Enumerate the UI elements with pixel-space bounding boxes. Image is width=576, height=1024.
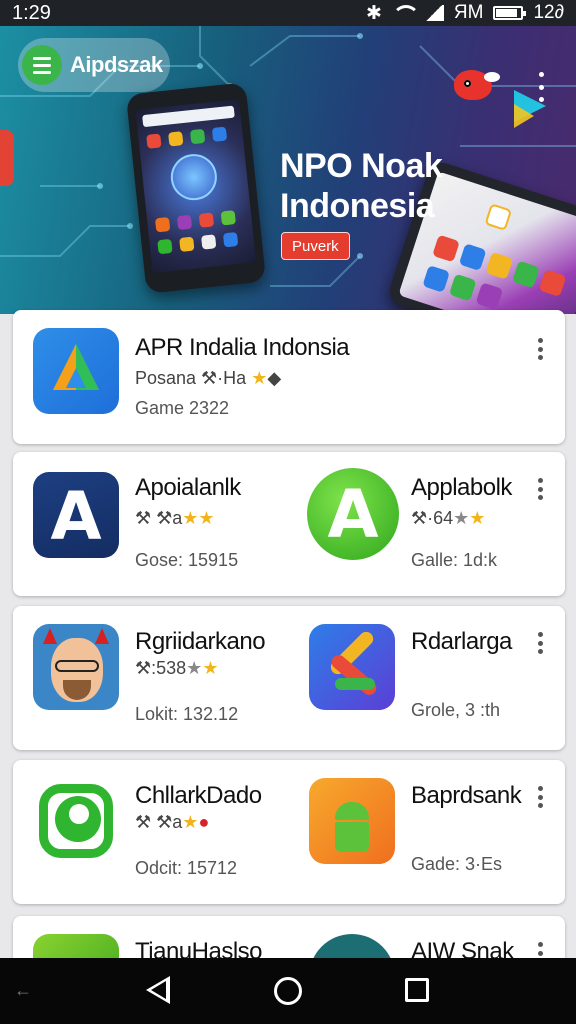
featured-app-meta: Game 2322 [135, 398, 230, 418]
app-header-pill: Aipdszak [18, 38, 170, 92]
banner-title-line1: NPO Noak [280, 147, 443, 185]
featured-app-card[interactable]: APR Indalia Indonsia Posana ⚒·Ha ★◆ Game… [13, 310, 565, 444]
home-button[interactable] [274, 977, 302, 1005]
app-tile[interactable]: ChllarkDado ⚒ ⚒a★● Odcit: 15712 [13, 760, 289, 904]
status-clock: 12∂ [533, 2, 564, 23]
bird-mascot-icon[interactable] [454, 70, 500, 100]
app-meta: Gade: 3·Es [411, 854, 503, 874]
battery-icon [493, 6, 527, 20]
app-rating: ⚒ ⚒a★★ [135, 508, 215, 529]
app-meta: Galle: 1d:k [411, 550, 498, 570]
star-icon: ★ [469, 508, 486, 528]
side-drawer-tab[interactable] [0, 130, 14, 186]
signal-icon [423, 5, 444, 21]
hero-banner[interactable]: Aipdszak NPO Noak Indonesia Puverk [0, 26, 576, 314]
app-meta: Grole, 3 :th [411, 700, 501, 720]
app-rating-text: ⚒ ⚒a [135, 508, 183, 528]
app-rating: ⚒:538★★ [135, 658, 218, 679]
back-button[interactable] [146, 976, 170, 1004]
play-store-icon [514, 90, 546, 128]
app-rating-text: ⚒ ⚒a [135, 812, 183, 832]
star-icon: ★ [182, 812, 199, 832]
star-icon: ★★ [182, 508, 215, 528]
recent-apps-button[interactable] [405, 978, 429, 1002]
star-icon: ★ [251, 368, 268, 388]
banner-title-line2: Indonesia [280, 187, 435, 225]
featured-app-title: APR Indalia Indonsia [135, 334, 350, 361]
app-rating-text: ⚒·64 [411, 508, 454, 528]
app-tile[interactable]: A Applabolk ⚒·64★★ Galle: 1d:k [289, 452, 565, 596]
system-nav-bar: ← [0, 958, 576, 1024]
more-options-button[interactable] [534, 338, 546, 360]
app-title: Aipdszak [70, 52, 163, 77]
android-robot-icon [309, 778, 395, 864]
status-bar: 1:29 ✱ ЯМ 12∂ [0, 0, 576, 26]
banner-headline: NPO Noak Indonesia [280, 146, 443, 226]
app-title: Rdarlarga [411, 628, 512, 655]
app-tile[interactable]: Rgriidarkano ⚒:538★★ Lokit: 132.12 [13, 606, 289, 750]
more-options-button[interactable] [534, 478, 546, 500]
diamond-icon: ◆ [267, 368, 282, 388]
colorful-arcs-icon [309, 624, 395, 710]
featured-app-subtitle-text: Posana ⚒·Ha [135, 368, 247, 388]
app-rating: ⚒·64★★ [411, 508, 485, 529]
a-letter-navy-icon: A [33, 472, 119, 558]
app-meta: Odcit: 15712 [135, 858, 238, 878]
app-row-card: A Apoialanlk ⚒ ⚒a★★ Gose: 15915 A Applab… [13, 452, 565, 596]
app-tile[interactable]: Baprdsank Gade: 3·Es [289, 760, 565, 904]
app-title: Apoialanlk [135, 474, 241, 501]
star-icon: ★ [453, 508, 470, 528]
status-carrier: ЯМ [453, 2, 484, 23]
app-rating-text: ⚒:538 [135, 658, 187, 678]
app-title: Rgriidarkano [135, 628, 266, 655]
bluetooth-icon: ✱ [365, 2, 382, 24]
status-icons: ✱ ЯМ 12∂ [366, 2, 564, 25]
phone-mockup-image [125, 82, 267, 294]
app-meta: Lokit: 132.12 [135, 704, 239, 724]
app-tile[interactable]: A Apoialanlk ⚒ ⚒a★★ Gose: 15915 [13, 452, 289, 596]
triangle-logo-icon [33, 328, 119, 414]
devil-avatar-icon [33, 624, 119, 710]
app-tile[interactable]: Rdarlarga Grole, 3 :th [289, 606, 565, 750]
hamburger-menu-button[interactable] [22, 45, 62, 85]
app-row-card: ChllarkDado ⚒ ⚒a★● Odcit: 15712 Baprdsan… [13, 760, 565, 904]
a-letter-green-icon: A [307, 468, 399, 560]
app-meta: Gose: 15915 [135, 550, 239, 570]
app-title: Applabolk [411, 474, 512, 501]
more-options-button[interactable] [534, 632, 546, 654]
featured-app-subtitle: Posana ⚒·Ha ★◆ [135, 368, 281, 389]
banner-badge-button[interactable]: Puverk [281, 232, 350, 260]
more-options-button[interactable] [534, 786, 546, 808]
arrow-left-icon[interactable]: ← [14, 980, 32, 1001]
heart-icon: ● [198, 812, 210, 832]
wifi-icon [391, 5, 420, 21]
app-title: Baprdsank [411, 782, 522, 809]
status-time: 1:29 [12, 1, 51, 24]
star-icon: ★ [202, 658, 219, 678]
app-row-card: Rgriidarkano ⚒:538★★ Lokit: 132.12 Rdarl… [13, 606, 565, 750]
chat-bubble-icon [33, 778, 119, 864]
app-rating: ⚒ ⚒a★● [135, 812, 209, 833]
star-icon: ★ [186, 658, 203, 678]
app-title: ChllarkDado [135, 782, 262, 809]
